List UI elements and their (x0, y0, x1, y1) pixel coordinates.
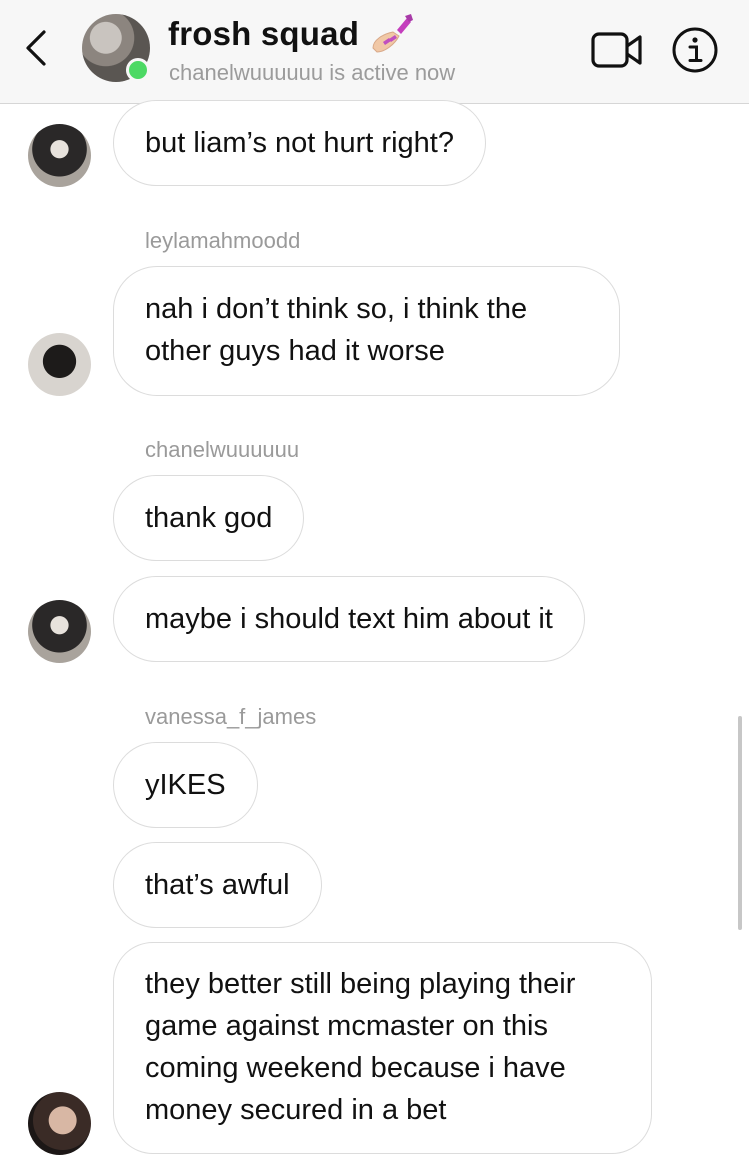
scrollbar[interactable] (738, 716, 742, 930)
message-bubble[interactable]: they better still being playing their ga… (113, 942, 652, 1154)
group-title: frosh squad (168, 15, 360, 52)
group-avatar[interactable] (82, 14, 150, 82)
message-bubble[interactable]: that’s awful (113, 842, 322, 928)
sender-username: leylamahmoodd (145, 228, 301, 253)
message-bubble[interactable]: maybe i should text him about it (113, 576, 585, 662)
sender-avatar[interactable] (28, 1092, 91, 1155)
sender-username: chanelwuuuuuu (145, 437, 300, 462)
message-bubble[interactable]: but liam’s not hurt right? (113, 100, 486, 186)
sender-avatar[interactable] (28, 333, 91, 396)
chat-header: frosh squad chanelwuuuuuu is active now (0, 0, 749, 104)
message-bubble[interactable]: nah i don’t think so, i think the other … (113, 266, 620, 396)
message-bubble[interactable]: yIKES (113, 742, 258, 828)
back-chevron-icon[interactable] (20, 28, 54, 68)
sender-username: vanessa_f_james (145, 704, 317, 729)
active-status-dot (126, 58, 150, 82)
sender-avatar[interactable] (28, 124, 91, 187)
title-row[interactable]: frosh squad (168, 14, 414, 54)
info-icon[interactable] (671, 26, 719, 74)
message-bubble[interactable]: thank god (113, 475, 305, 561)
active-status-text: chanelwuuuuuu is active now (169, 60, 456, 85)
video-call-icon[interactable] (590, 30, 644, 70)
sender-avatar[interactable] (28, 600, 91, 663)
nail-polish-icon (372, 14, 414, 53)
